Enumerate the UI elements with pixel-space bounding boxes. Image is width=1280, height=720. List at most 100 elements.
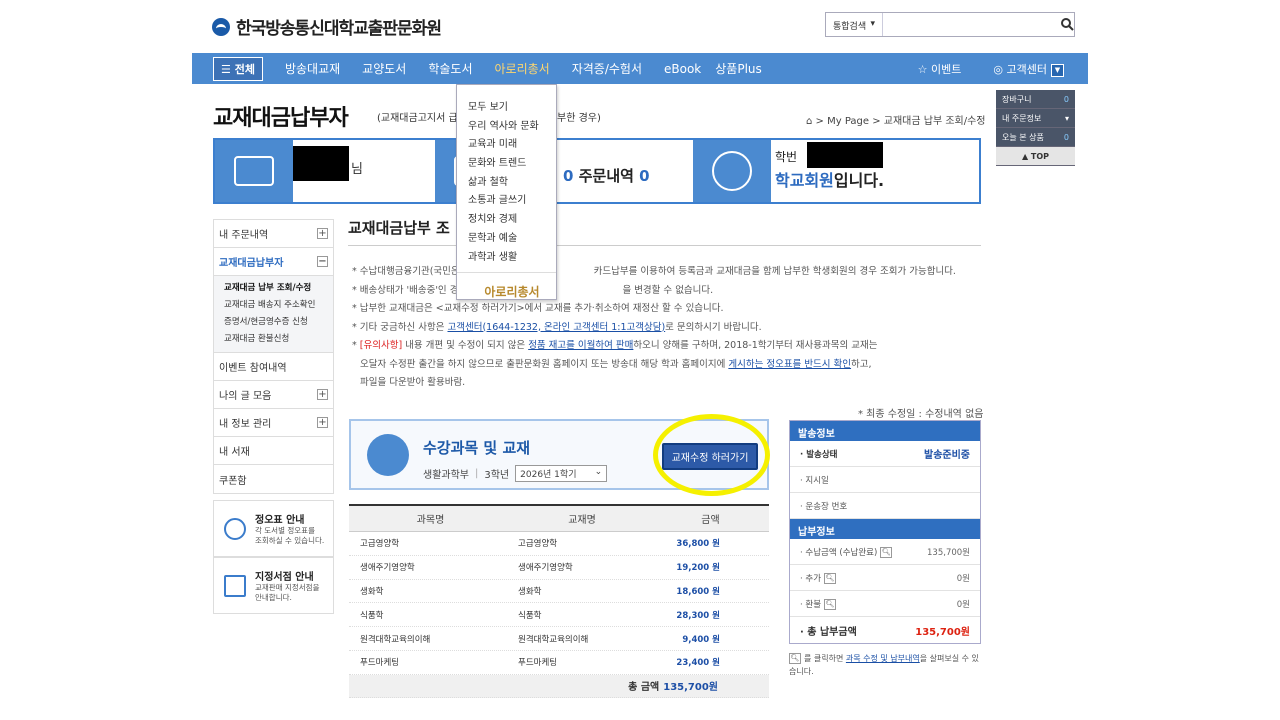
textbook-table: 과목명 교재명 금액 고급영양학 고급영양학 36,800 원 생애주기영양학 생애주기영… xyxy=(349,504,769,698)
bookstore-guide-box[interactable]: 지정서점 안내 교재판매 지정서점을 안내합니다. xyxy=(213,557,334,614)
cell-textbook: 원격대학교육의이해 xyxy=(518,634,589,645)
menu-events[interactable]: 이벤트 참여내역 xyxy=(214,353,333,381)
table-row: 고급영양학 고급영양학 36,800 원 xyxy=(349,532,769,556)
dropdown-item[interactable]: 과학과 생활 xyxy=(457,248,556,267)
section-title: 교재대금납부 조 xyxy=(348,219,450,237)
notice-2a: * 배송상태가 '배송중'인 경 xyxy=(352,284,459,296)
course-meta: 생활과학부 | 3학년 2026년 1학기 ⌄ xyxy=(423,465,608,482)
menu-orders[interactable]: 내 주문내역 + xyxy=(214,220,333,248)
submenu-item-refund[interactable]: 교재대금 환불신청 xyxy=(224,331,333,348)
search-input[interactable] xyxy=(883,13,1060,36)
errata-link-text[interactable]: 게시하는 정오표를 반드시 확인 xyxy=(728,359,851,370)
dropdown-item[interactable]: 정치와 경제 xyxy=(457,210,556,229)
note-link[interactable]: 과목 수정 및 납부내역 xyxy=(846,654,920,663)
dropdown-item[interactable]: 문화와 트렌드 xyxy=(457,154,556,173)
nav-item-license[interactable]: 자격증/수험서 xyxy=(572,60,642,77)
dropdown-item[interactable]: 삶과 철학 xyxy=(457,173,556,192)
submenu-item-address[interactable]: 교재대금 배송지 주소확인 xyxy=(224,297,333,314)
notice-5a: * xyxy=(352,340,360,351)
chevron-down-icon[interactable]: ▼ xyxy=(1051,63,1064,77)
site-logo[interactable]: 한국방송통신대학교출판문화원 xyxy=(212,14,442,39)
highlight-circle xyxy=(653,414,770,496)
errata-desc-2: 조회하실 수 있습니다. xyxy=(255,536,325,545)
event-link[interactable]: ☆ 이벤트 xyxy=(918,61,962,77)
notice-3: * 납부한 교재대금은 <교재수정 하러가기>에서 교재를 추가·취소하여 재정… xyxy=(352,303,724,314)
all-menu-button[interactable]: ☰ 전체 xyxy=(213,56,263,81)
notice-5c: 내용 개편 및 수정이 되지 않은 xyxy=(402,340,529,351)
magnifier-icon[interactable]: 🔍︎ xyxy=(824,572,837,584)
cell-textbook: 생화학 xyxy=(518,586,542,597)
cart-count: 0 xyxy=(563,167,574,185)
dropdown-item[interactable]: 교육과 미래 xyxy=(457,135,556,154)
menu-coupon[interactable]: 쿠폰함 xyxy=(214,465,333,493)
customer-center-link[interactable]: ◎ 고객센터 ▼ xyxy=(993,61,1064,77)
quick-orders[interactable]: 내 주문정보 ▾ xyxy=(996,109,1075,128)
menu-payer-label: 교재대금납부자 xyxy=(219,258,284,269)
info-panel: 발송정보 · 발송상태 발송준비중 · 지시일 · 운송장 번호 납부정보 · 수… xyxy=(789,420,981,644)
add-value: 0원 xyxy=(956,573,970,584)
menu-shelf[interactable]: 내 서재 xyxy=(214,437,333,465)
quick-orders-label: 내 주문정보 xyxy=(1002,113,1042,123)
menu-payer[interactable]: 교재대금납부자 − xyxy=(214,248,333,276)
dropdown-item[interactable]: 우리 역사와 문화 xyxy=(457,117,556,136)
submenu-item-payment[interactable]: 교재대금 납부 조회/수정 xyxy=(224,280,333,297)
magnifier-icon[interactable]: 🔍︎ xyxy=(824,598,837,610)
dropdown-item[interactable]: 소통과 글쓰기 xyxy=(457,191,556,210)
home-icon[interactable]: ⌂ xyxy=(806,116,812,127)
nav-item-liberal[interactable]: 교양도서 xyxy=(362,60,406,77)
menu-posts[interactable]: 나의 글 모음 + xyxy=(214,381,333,409)
cell-textbook: 푸드마케팅 xyxy=(518,658,558,669)
cell-amount: 36,800 원 xyxy=(676,539,720,550)
plus-icon[interactable]: + xyxy=(317,389,328,400)
cell-subject: 생화학 xyxy=(360,586,384,597)
course-dept: 생활과학부 xyxy=(423,470,469,481)
dropdown-item[interactable]: 문학과 예술 xyxy=(457,229,556,248)
page-subtitle: (교재대금고지서 급 xyxy=(377,113,458,124)
minus-icon[interactable]: − xyxy=(317,256,328,267)
member-name-box: 님 xyxy=(293,140,435,202)
col-subject: 과목명 xyxy=(416,515,445,526)
search-scope-label: 통합검색 xyxy=(833,22,867,32)
book-plant-icon xyxy=(367,434,409,476)
bookstore-title: 지정서점 안내 xyxy=(255,572,314,583)
breadcrumb-text: > My Page > 교재대금 납부 조회/수정 xyxy=(815,116,986,127)
errata-guide-box[interactable]: 정오표 안내 각 도서별 정오표를 조회하실 수 있습니다. xyxy=(213,500,334,557)
menu-posts-label: 나의 글 모음 xyxy=(219,391,272,402)
term-select[interactable]: 2026년 1학기 ⌄ xyxy=(515,465,608,482)
table-total: 총 금액 135,700원 xyxy=(349,674,769,698)
quick-cart[interactable]: 장바구니 0 xyxy=(996,90,1075,109)
redacted-name xyxy=(293,146,349,181)
menu-info[interactable]: 내 정보 관리 + xyxy=(214,409,333,437)
dropdown-item[interactable]: 모두 보기 xyxy=(457,98,556,117)
table-row: 식품학 식품학 28,300 원 xyxy=(349,603,769,628)
nav-item-textbook[interactable]: 방송대교재 xyxy=(285,60,340,77)
last-updated: * 최종 수정일 : 수정내역 없음 xyxy=(858,409,984,420)
main-nav: ☰ 전체 방송대교재 교양도서 학술도서 아로리총서 자격증/수험서 eBook… xyxy=(192,53,1088,84)
plus-icon[interactable]: + xyxy=(317,228,328,239)
nav-item-goods[interactable]: 상품Plus xyxy=(715,60,762,77)
cell-amount: 19,200 원 xyxy=(676,563,720,574)
nav-item-arori[interactable]: 아로리총서 xyxy=(495,60,550,77)
notice-4: * 기타 궁금하신 사항은 고객센터(1644-1232, 온라인 고객센터 1… xyxy=(352,319,980,338)
top-button[interactable]: ▲ TOP xyxy=(996,147,1075,166)
search-bar: 통합검색 ▾ xyxy=(825,12,1075,37)
note-a: 를 클릭하면 xyxy=(804,654,846,663)
ship-date-label: 지시일 xyxy=(805,475,829,486)
ship-status-label: 발송상태 xyxy=(806,449,838,460)
member-banner: 님 니 0 주문내역 0 학번 학교회원입니다. xyxy=(213,138,981,204)
plus-icon[interactable]: + xyxy=(317,417,328,428)
total-paid-value: 135,700원 xyxy=(915,626,970,638)
customer-center-link-text[interactable]: 고객센터(1644-1232, 온라인 고객센터 1:1고객상담) xyxy=(448,322,666,333)
submenu-item-receipt[interactable]: 증명서/현금영수증 신청 xyxy=(224,314,333,331)
search-scope-select[interactable]: 통합검색 ▾ xyxy=(826,13,883,36)
caution-label: [유의사항] xyxy=(359,340,403,351)
notice-4a: * 기타 궁금하신 사항은 xyxy=(352,321,448,333)
arori-brand-logo[interactable]: 아로리총서 xyxy=(457,272,556,302)
search-button[interactable] xyxy=(1060,13,1074,36)
magnifier-icon[interactable]: 🔍︎ xyxy=(880,546,893,558)
nav-item-ebook[interactable]: eBook xyxy=(664,62,701,76)
cell-amount: 18,600 원 xyxy=(676,586,720,597)
nav-item-academic[interactable]: 학술도서 xyxy=(428,60,472,77)
quick-recent[interactable]: 오늘 본 상품 0 xyxy=(996,128,1075,147)
cell-subject: 식품학 xyxy=(360,610,384,621)
